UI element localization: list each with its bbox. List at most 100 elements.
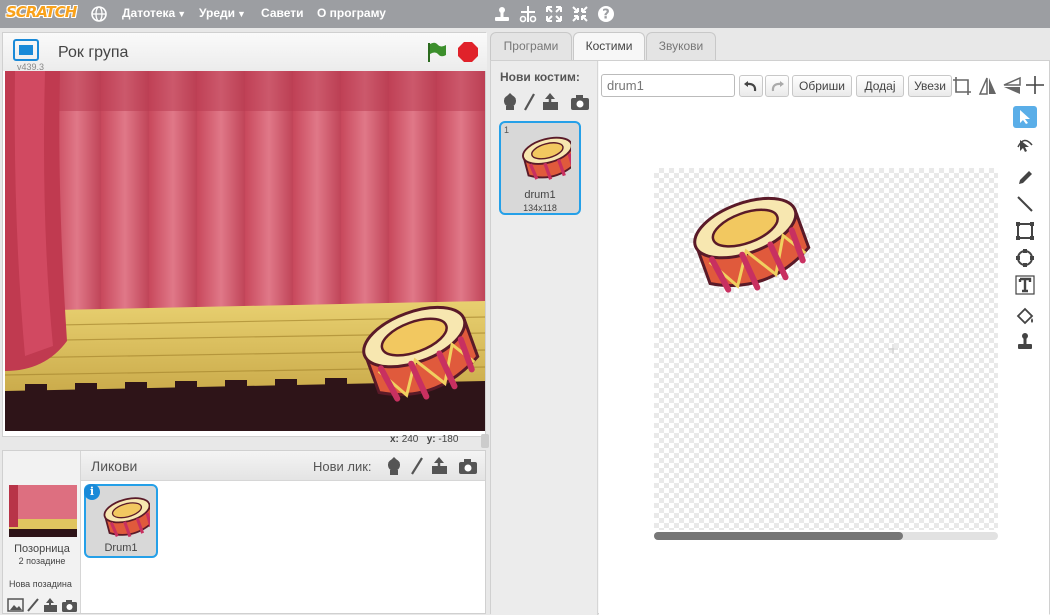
shrink-icon[interactable] [570,4,590,24]
drum-thumbnail [103,497,150,538]
duplicate-stamp-icon[interactable] [492,4,512,24]
sprite-item-drum1[interactable]: i Drum1 [84,484,158,558]
set-center-icon[interactable] [1025,75,1045,95]
sprites-title: Ликови [91,458,138,474]
paint-new-sprite-icon[interactable] [411,457,423,475]
costume-item-drum1[interactable]: 1 drum1 134x118 [499,121,581,215]
caret-down-icon: ▼ [237,9,246,19]
reshape-tool[interactable] [1013,133,1037,155]
undo-icon [744,81,757,92]
fill-tool[interactable] [1013,306,1037,328]
stage-thumbnail[interactable] [9,485,77,537]
scratch-logo[interactable]: SCRATCH [6,3,77,24]
costume-size: 134x118 [523,203,557,213]
pencil-tool[interactable] [1013,167,1037,189]
text-tool[interactable] [1013,274,1037,296]
scrollbar-thumb[interactable] [654,532,903,540]
y-coordinate: -180 [438,434,459,445]
paint-editor: Обриши Додај Увези [599,61,1049,615]
new-backdrop-tools [7,598,77,612]
cut-scissors-icon[interactable] [518,4,538,24]
add-button[interactable]: Додај [856,75,904,97]
sprite-name: Drum1 [104,542,138,554]
new-sprite-label: Нови лик: [313,459,372,474]
mouse-coordinates: x: 240 y: -180 [390,434,459,445]
menu-bar: SCRATCH Датотека ▼ Уреди ▼ Савети О програ… [0,0,1050,28]
crop-icon[interactable] [951,75,973,97]
stage-backdrop-image [5,71,485,431]
globe-icon[interactable] [89,4,109,24]
stage-header: v439.3 Рок група [3,33,487,72]
text-icon [1015,275,1035,295]
stop-icon[interactable] [457,41,479,63]
flip-horizontal-icon[interactable] [977,75,999,97]
new-costume-label: Нови костим: [500,70,580,84]
costume-thumbnail [522,136,571,180]
paint-canvas[interactable] [654,168,998,530]
rectangle-tool[interactable] [1013,220,1037,242]
project-title[interactable]: Рок група [58,44,128,62]
paint-brush-icon[interactable] [27,598,39,612]
tab-costumes[interactable]: Костими [573,32,645,61]
new-backdrop-label: Нова позадина [9,579,72,589]
reshape-icon [1017,139,1033,152]
help-icon[interactable]: ? [596,4,616,24]
stage-thumbnail-column: Позорница 2 позадине Нова позадина [3,451,81,613]
ellipse-tool[interactable] [1013,247,1037,269]
undo-button[interactable] [739,75,763,97]
stamp-tool[interactable] [1013,331,1037,353]
tab-sounds[interactable]: Звукови [646,32,716,60]
paint-bucket-icon [1016,307,1034,325]
stage-collapse-handle[interactable] [481,434,489,448]
line-tool[interactable] [1013,193,1037,215]
sprite-panel: Позорница 2 позадине Нова позадина Ликов… [2,450,486,614]
menu-file[interactable]: Датотека ▼ [122,6,186,20]
caret-down-icon: ▼ [177,9,187,19]
rectangle-icon [1016,222,1034,240]
stage-label: Позорница [14,543,70,555]
ellipse-icon [1016,249,1034,267]
backdrop-count: 2 позадине [18,556,66,566]
tab-scripts[interactable]: Програми [490,32,572,60]
import-button[interactable]: Увези [908,75,952,97]
select-tool[interactable] [1013,106,1037,128]
menu-about[interactable]: О програму [317,6,386,20]
camera-sprite-icon[interactable] [459,459,477,474]
fullscreen-icon[interactable] [13,39,39,61]
arrow-pointer-icon [1020,110,1030,124]
camera-icon[interactable] [62,600,77,612]
stamp-icon [1018,333,1032,349]
costume-editor: Нови костим: 1 drum1 134x118 drum1 Обриш… [490,60,1050,615]
sprite-library-icon[interactable] [388,457,400,475]
redo-icon [771,81,784,92]
canvas-center-marker [888,344,898,354]
costume-library-icon[interactable] [504,93,516,110]
menu-tips[interactable]: Савети [261,6,303,20]
upload-icon[interactable] [44,598,57,612]
new-sprite-tools [388,457,477,475]
costume-name-input[interactable] [601,74,735,97]
svg-text:?: ? [602,8,610,23]
clear-button[interactable]: Обриши [792,75,852,97]
upload-sprite-icon[interactable] [432,457,447,474]
x-coordinate: 240 [401,434,419,445]
stage-canvas[interactable] [5,71,485,431]
costume-list: Нови костим: 1 drum1 134x118 [491,61,598,615]
paint-costume-icon[interactable] [524,93,535,111]
sprite-list-header: Ликови Нови лик: [81,451,485,481]
costume-name: drum1 [524,189,556,201]
redo-button[interactable] [765,75,789,97]
menu-edit[interactable]: Уреди ▼ [199,6,246,20]
costume-index: 1 [504,125,510,135]
grow-icon[interactable] [544,4,564,24]
upload-costume-icon[interactable] [543,93,558,110]
pencil-icon [1019,171,1032,184]
camera-costume-icon[interactable] [571,95,589,110]
flip-vertical-icon[interactable] [1001,75,1023,97]
stage-panel: v439.3 Рок група [2,32,487,437]
line-icon [1017,196,1033,212]
backdrop-library-icon[interactable] [7,598,24,612]
green-flag-icon[interactable] [425,41,447,63]
costume-drawing [693,196,898,354]
horizontal-scrollbar[interactable] [654,532,998,540]
